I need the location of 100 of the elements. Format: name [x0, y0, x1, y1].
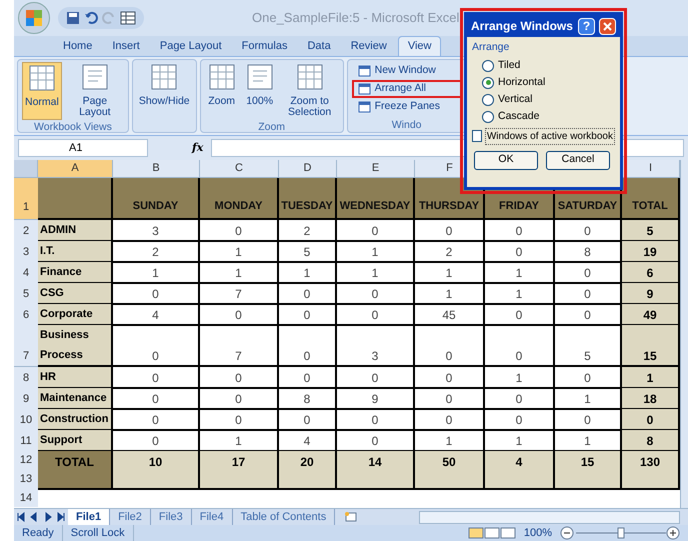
row-number[interactable]: 10 — [14, 409, 38, 431]
table-cell: 2 — [279, 220, 337, 242]
row-number[interactable]: 4 — [14, 262, 38, 284]
total-cell: 19 — [622, 241, 680, 263]
ribbon-button[interactable]: Normal — [22, 62, 62, 120]
sheet-tab[interactable]: File1 — [68, 508, 110, 526]
ribbon-button[interactable]: Zoom — [204, 62, 239, 120]
column-header[interactable]: E — [337, 160, 415, 177]
ribbon-tab[interactable]: Page Layout — [150, 36, 231, 56]
table-cell: 0 — [485, 220, 555, 242]
window-icon — [358, 101, 371, 113]
row-label: Business Process — [40, 328, 90, 363]
zoom-in-icon[interactable] — [666, 526, 680, 540]
header-cell: TUESDAY — [279, 178, 337, 220]
radio-button[interactable] — [482, 60, 494, 72]
ribbon-button[interactable]: Freeze Panes — [352, 98, 462, 116]
ribbon-button[interactable]: Zoom to Selection — [280, 62, 339, 120]
row-number[interactable]: 12 — [14, 451, 38, 470]
ribbon-tab[interactable]: View — [398, 36, 442, 56]
table-cell: 0 — [200, 304, 279, 326]
ribbon-button[interactable]: Page Layout — [66, 62, 124, 120]
ribbon-tab[interactable]: Insert — [103, 36, 149, 56]
table-cell: 1 — [485, 262, 555, 284]
close-button[interactable] — [599, 18, 616, 34]
table-cell: 45 — [415, 304, 485, 326]
ribbon-button[interactable]: Arrange All — [352, 80, 462, 98]
total-cell: 6 — [622, 262, 680, 284]
header-cell: TOTAL — [622, 178, 680, 220]
row-number[interactable]: 14 — [14, 489, 38, 507]
table-cell: 0 — [485, 304, 555, 326]
horizontal-scrollbar[interactable] — [419, 510, 680, 524]
total-cell: 17 — [200, 451, 279, 490]
row-number[interactable]: 8 — [14, 367, 38, 389]
undo-icon[interactable] — [84, 11, 98, 25]
vertical-scrollbar[interactable] — [680, 160, 688, 508]
column-header[interactable]: D — [279, 160, 337, 177]
table-cell: 0 — [415, 367, 485, 389]
column-header[interactable]: A — [38, 160, 113, 177]
row-number[interactable]: 11 — [14, 430, 38, 452]
ribbon-button[interactable]: New Window — [352, 62, 462, 80]
ribbon-tab[interactable]: Review — [342, 36, 396, 56]
radio-button[interactable] — [482, 94, 494, 106]
new-sheet-icon[interactable] — [343, 511, 360, 523]
row-number[interactable]: 3 — [14, 241, 38, 263]
row-number[interactable]: 2 — [14, 220, 38, 242]
row-number[interactable]: 9 — [14, 388, 38, 410]
dialog-button[interactable]: OK — [474, 150, 538, 170]
view-buttons-icon[interactable] — [468, 527, 516, 539]
radio-label: Tiled — [498, 58, 520, 73]
window-icon — [358, 65, 371, 77]
ribbon-tab[interactable]: Home — [54, 36, 102, 56]
table-cell: 9 — [337, 388, 415, 410]
table-cell: 8 — [279, 388, 337, 410]
office-button[interactable] — [18, 2, 50, 34]
row-number[interactable]: 13 — [14, 470, 38, 489]
table-cell: 0 — [279, 367, 337, 389]
table-cell: 0 — [415, 325, 485, 367]
table-cell: 0 — [200, 388, 279, 410]
zoom-out-icon[interactable] — [560, 526, 574, 540]
save-icon[interactable] — [66, 11, 80, 25]
dialog-button[interactable]: Cancel — [546, 150, 610, 170]
ribbon-tab[interactable]: Data — [298, 36, 340, 56]
help-button[interactable]: ? — [578, 18, 595, 34]
row-number[interactable]: 1 — [14, 178, 38, 220]
ribbon-icon — [244, 62, 275, 92]
table-cell: 0 — [337, 220, 415, 242]
total-cell: 20 — [279, 451, 337, 490]
table-cell: 0 — [279, 409, 337, 431]
table-cell: 0 — [415, 220, 485, 242]
table-cell: 1 — [113, 262, 200, 284]
slider-thumb[interactable] — [618, 528, 624, 538]
table-cell: 0 — [113, 409, 200, 431]
ribbon-tab[interactable]: Formulas — [232, 36, 296, 56]
table-cell: 0 — [113, 325, 200, 367]
ribbon-button[interactable]: Show/Hide — [136, 62, 192, 120]
table-cell: 0 — [113, 388, 200, 410]
name-box[interactable]: A1 — [18, 139, 148, 157]
total-cell: 10 — [113, 451, 200, 490]
table-cell: 0 — [485, 241, 555, 263]
total-cell: 5 — [622, 220, 680, 242]
radio-button[interactable] — [482, 110, 494, 123]
group-label: Arrange — [472, 40, 510, 55]
table-cell: 4 — [113, 304, 200, 326]
column-header[interactable]: B — [113, 160, 200, 177]
ribbon-button[interactable]: 100% — [242, 62, 277, 120]
column-header[interactable]: C — [200, 160, 279, 177]
grid-icon[interactable] — [120, 11, 136, 25]
zoom-slider[interactable] — [576, 528, 666, 538]
radio-button[interactable] — [482, 76, 494, 89]
ribbon-icon — [80, 62, 110, 92]
total-cell: 15 — [555, 451, 622, 490]
row-number[interactable]: 5 — [14, 283, 38, 305]
row-number[interactable]: 7 — [14, 325, 38, 367]
checkbox[interactable] — [472, 130, 482, 142]
window-icon — [358, 83, 371, 95]
checkbox-label: Windows of active workbook — [484, 128, 615, 145]
close-icon — [603, 22, 612, 30]
zoom-level[interactable]: 100% — [516, 524, 560, 541]
function-label[interactable]: fx — [192, 140, 204, 156]
row-number[interactable]: 6 — [14, 304, 38, 326]
